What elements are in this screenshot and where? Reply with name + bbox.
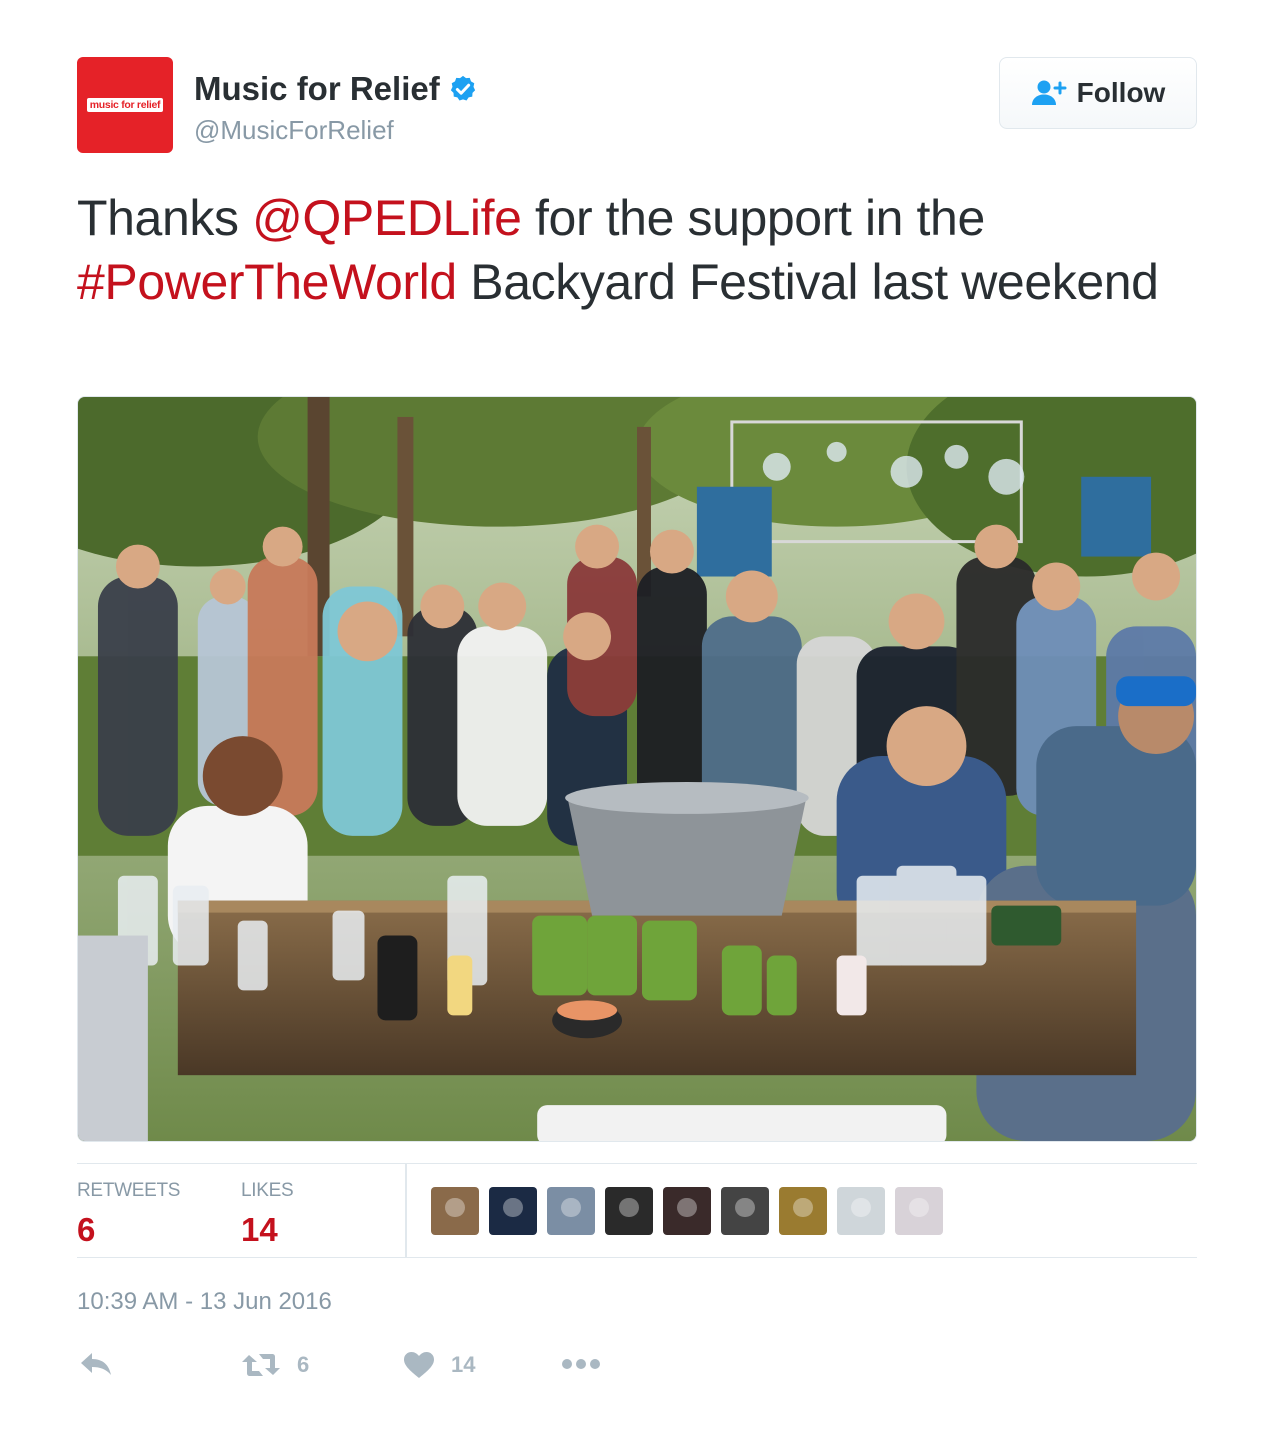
liker-avatars <box>431 1187 943 1235</box>
reply-icon <box>81 1353 111 1375</box>
tweet-photo[interactable] <box>77 396 1197 1142</box>
liker-avatar-face <box>619 1197 639 1217</box>
liker-avatar-face <box>503 1197 523 1217</box>
likes-count: 14 <box>241 1211 278 1248</box>
tweet-card: music for relief Music for Relief @Music… <box>0 0 1275 1445</box>
account-display-name-row[interactable]: Music for Relief <box>194 70 478 108</box>
tweet-actions: 6 14 <box>77 1345 677 1389</box>
account-avatar[interactable]: music for relief <box>77 57 173 153</box>
retweet-button[interactable]: 6 <box>241 1351 309 1379</box>
more-dots-icon <box>562 1359 600 1369</box>
retweet-icon <box>242 1354 280 1376</box>
tweet-text-part: for the support in the <box>521 190 985 246</box>
like-button[interactable]: 14 <box>403 1351 475 1379</box>
tweet-stats: RETWEETS 6 LIKES 14 <box>77 1163 1197 1258</box>
liker-avatar-face <box>909 1197 929 1217</box>
account-display-name[interactable]: Music for Relief <box>194 70 440 108</box>
heart-icon <box>404 1352 434 1378</box>
mention-link[interactable]: @QPEDLife <box>252 190 522 246</box>
liker-avatar-2[interactable] <box>489 1187 537 1235</box>
likes-label: LIKES <box>241 1180 294 1201</box>
hashtag-link[interactable]: #PowerTheWorld <box>77 254 457 310</box>
liker-avatar-7[interactable] <box>779 1187 827 1235</box>
festival-photo <box>78 397 1196 1141</box>
account-handle[interactable]: @MusicForRelief <box>194 115 394 146</box>
avatar-logo: music for relief <box>86 98 164 112</box>
liker-avatar-face <box>677 1197 697 1217</box>
liker-avatar-face <box>793 1197 813 1217</box>
like-count: 14 <box>451 1352 476 1377</box>
retweets-label: RETWEETS <box>77 1180 181 1201</box>
liker-avatar-1[interactable] <box>431 1187 479 1235</box>
liker-avatar-9[interactable] <box>895 1187 943 1235</box>
stats-divider <box>405 1164 407 1257</box>
liker-avatar-3[interactable] <box>547 1187 595 1235</box>
reply-button[interactable] <box>79 1351 113 1377</box>
liker-avatar-face <box>735 1197 755 1217</box>
tweet-text-part: Thanks <box>77 190 253 246</box>
tweet-timestamp[interactable]: 10:39 AM - 13 Jun 2016 <box>77 1288 332 1316</box>
more-button[interactable] <box>561 1357 601 1371</box>
liker-avatar-6[interactable] <box>721 1187 769 1235</box>
liker-avatar-face <box>445 1197 465 1217</box>
likes-stat[interactable]: LIKES 14 <box>241 1180 294 1249</box>
follow-button-label: Follow <box>1076 77 1166 108</box>
liker-avatar-face <box>561 1197 581 1217</box>
tweet-text: Thanks @QPEDLife for the support in the … <box>77 186 1197 314</box>
follow-person-plus-icon <box>1031 80 1067 105</box>
follow-button[interactable]: Follow <box>999 57 1197 129</box>
retweets-stat[interactable]: RETWEETS 6 <box>77 1180 180 1249</box>
liker-avatar-face <box>851 1197 871 1217</box>
liker-avatar-4[interactable] <box>605 1187 653 1235</box>
tweet-text-part: Backyard Festival last weekend <box>456 254 1159 310</box>
retweets-count: 6 <box>77 1211 96 1248</box>
retweet-count: 6 <box>297 1352 310 1377</box>
verified-badge-icon <box>450 75 475 101</box>
liker-avatar-8[interactable] <box>837 1187 885 1235</box>
liker-avatar-5[interactable] <box>663 1187 711 1235</box>
